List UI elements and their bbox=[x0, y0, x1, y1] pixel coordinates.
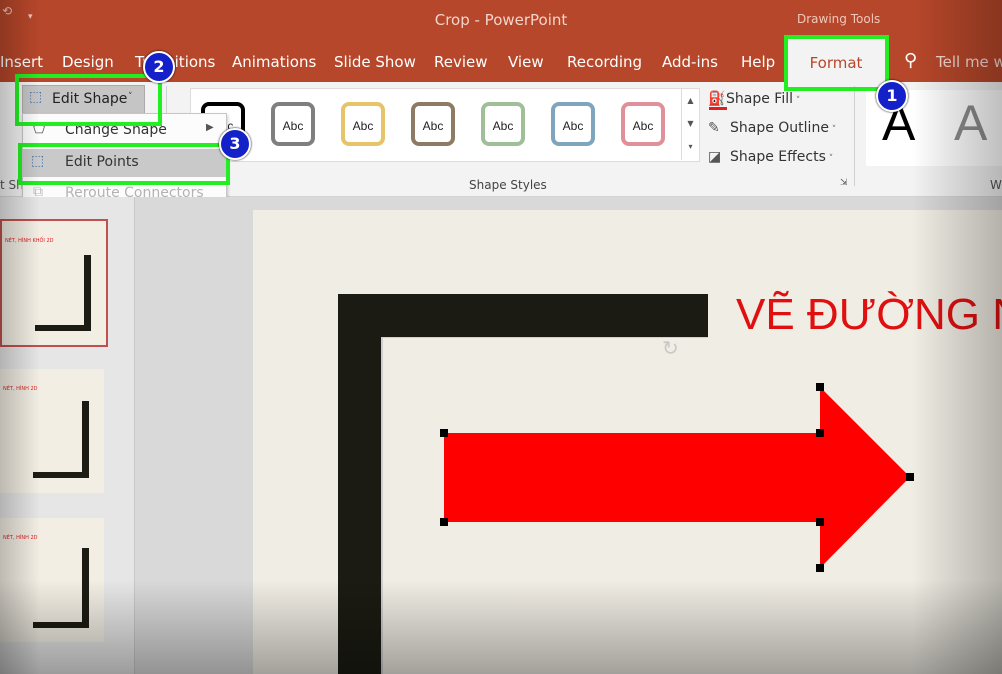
resize-handle[interactable] bbox=[906, 473, 914, 481]
resize-handle[interactable] bbox=[440, 429, 448, 437]
highlight-format-tab bbox=[784, 35, 889, 91]
step-badge-2: 2 bbox=[143, 51, 175, 83]
step-badge-3: 3 bbox=[219, 128, 251, 160]
resize-handle[interactable] bbox=[816, 383, 824, 391]
highlight-edit-shape bbox=[15, 74, 162, 126]
resize-handle[interactable] bbox=[816, 564, 824, 572]
resize-handle[interactable] bbox=[816, 429, 824, 437]
step-badge-1: 1 bbox=[876, 80, 908, 112]
resize-handle[interactable] bbox=[816, 518, 824, 526]
right-arrow-shape[interactable] bbox=[444, 387, 910, 568]
highlight-edit-points bbox=[18, 143, 230, 185]
resize-handle[interactable] bbox=[440, 518, 448, 526]
